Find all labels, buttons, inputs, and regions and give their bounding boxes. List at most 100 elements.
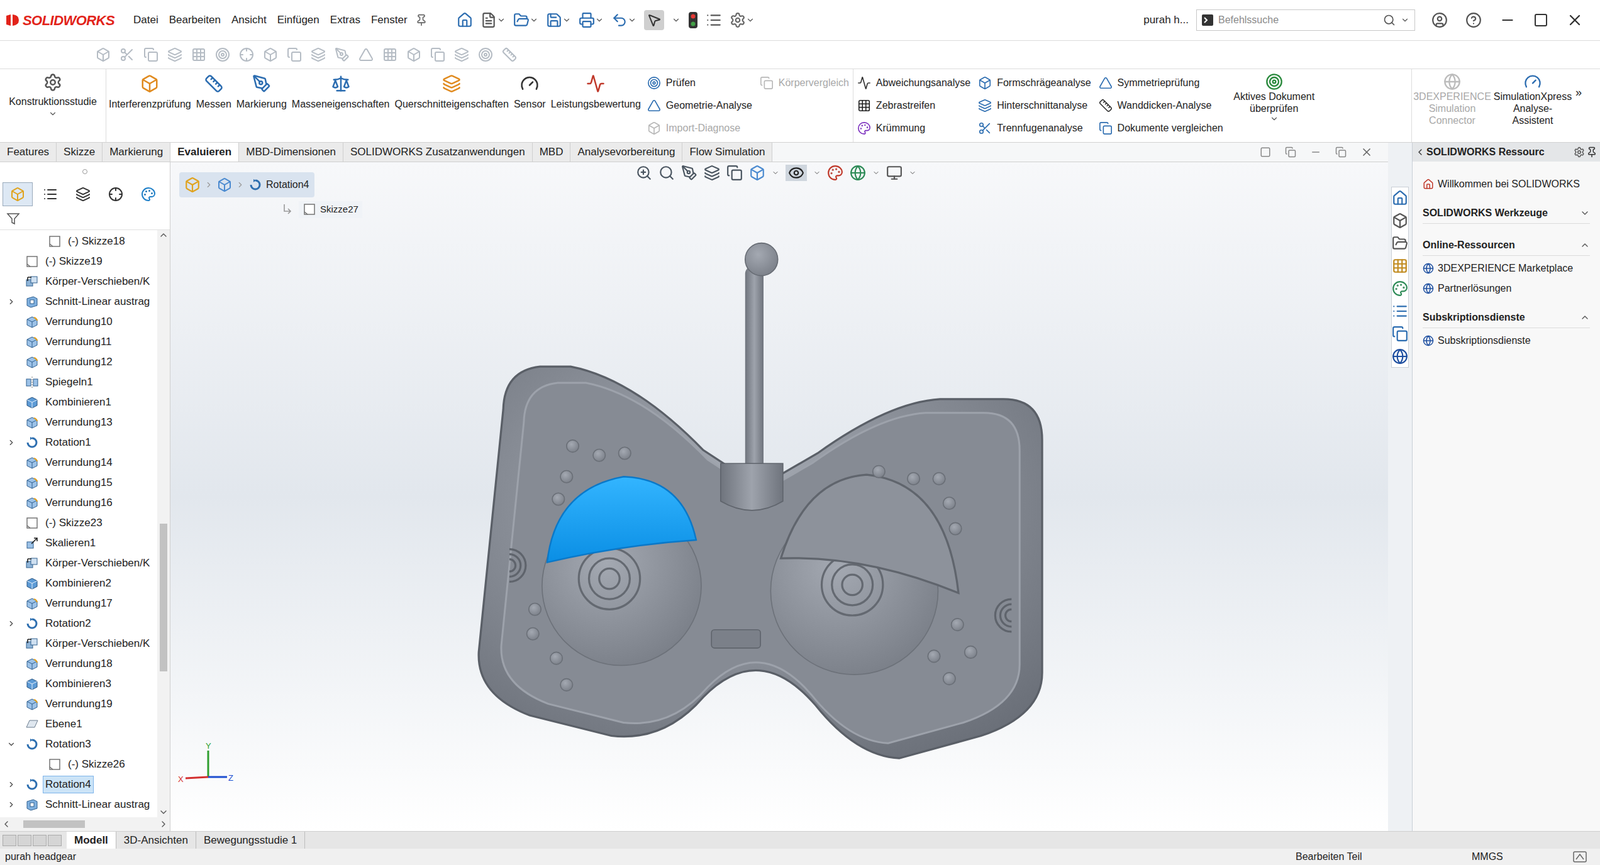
tree-item[interactable]: Kombinieren2 — [0, 573, 158, 594]
manager-tab[interactable] — [67, 182, 99, 207]
view-tool-icon[interactable] — [681, 164, 698, 182]
ribbon-small-button[interactable]: Prüfen — [647, 71, 753, 95]
dropdown-icon[interactable] — [496, 15, 506, 25]
open-icon[interactable] — [513, 11, 530, 29]
tree-item[interactable]: Verrundung18 — [0, 654, 158, 675]
section-header[interactable]: SOLIDWORKS Werkzeuge — [1422, 205, 1590, 224]
viewport-close-icon[interactable] — [1360, 145, 1373, 159]
view-tool-icon[interactable] — [726, 164, 743, 182]
options-icon[interactable] — [729, 11, 746, 29]
task-pane-tab-icon[interactable] — [1391, 303, 1409, 320]
tree-item[interactable]: Ebene1 — [0, 714, 158, 735]
pin-icon[interactable] — [1586, 146, 1598, 158]
command-tab[interactable]: SOLIDWORKS Zusatzanwendungen — [343, 142, 533, 162]
task-pane-tab-icon[interactable] — [1391, 189, 1409, 207]
breadcrumb-item[interactable]: Rotation4 — [266, 177, 310, 193]
ribbon-small-button[interactable]: Wanddicken-Analyse — [1098, 94, 1224, 117]
dropdown-icon[interactable] — [627, 15, 637, 25]
menu-item[interactable]: Ansicht — [231, 11, 267, 29]
ribbon-small-button[interactable]: Zebrastreifen — [857, 94, 971, 117]
search-icon[interactable] — [1383, 13, 1396, 27]
filter-icon[interactable] — [6, 211, 21, 226]
command-search[interactable]: Befehlssuche — [1196, 9, 1416, 31]
tree-item[interactable]: Verrundung17 — [0, 593, 158, 614]
minimize-icon[interactable] — [1499, 11, 1516, 29]
tree-item[interactable]: Verrundung10 — [0, 311, 158, 333]
tree-item[interactable]: Körper-Verschieben/K — [0, 553, 158, 574]
scroll-left-icon[interactable] — [1, 819, 12, 830]
ribbon-small-button[interactable]: Dokumente vergleichen — [1098, 116, 1224, 140]
scroll-thumb[interactable] — [159, 523, 168, 672]
menu-item[interactable]: Bearbeiten — [169, 11, 221, 29]
scroll-up-icon[interactable] — [158, 230, 169, 241]
tab-nav-button[interactable] — [47, 835, 62, 847]
view-tool-icon[interactable] — [703, 164, 721, 182]
menu-item[interactable]: Einfügen — [277, 11, 320, 29]
ribbon-small-button[interactable]: Symmetrieprüfung — [1098, 71, 1224, 95]
manager-tab[interactable] — [35, 182, 66, 207]
status-icon[interactable] — [1572, 850, 1588, 864]
tile-icon[interactable] — [1259, 146, 1272, 158]
more-button[interactable]: » — [1572, 69, 1582, 102]
tree-item[interactable]: Verrundung14 — [0, 452, 158, 473]
tab-nav-button[interactable] — [2, 835, 17, 847]
tree-item[interactable]: Verrundung19 — [0, 694, 158, 715]
task-pane-tab-icon[interactable] — [1391, 280, 1409, 297]
task-pane-tab-icon[interactable] — [1391, 257, 1409, 275]
horizontal-scrollbar[interactable] — [0, 817, 170, 832]
breadcrumb-sketch[interactable]: Skizze27 — [281, 201, 363, 219]
command-tab[interactable]: Analysevorbereitung — [570, 142, 683, 162]
home-icon[interactable] — [456, 11, 473, 29]
dropdown-icon[interactable] — [908, 169, 917, 177]
user-name[interactable]: purah h... — [1143, 11, 1189, 29]
menu-item[interactable]: Extras — [330, 11, 361, 29]
task-pane-tab-icon[interactable] — [1391, 348, 1409, 365]
view-orientation-icon[interactable] — [749, 164, 766, 182]
select-button[interactable] — [644, 10, 665, 31]
dropdown-icon[interactable] — [1400, 15, 1410, 25]
command-tab[interactable]: Skizze — [56, 142, 103, 162]
expand-icon[interactable] — [6, 297, 16, 307]
tree-item[interactable]: (-) Skizze23 — [0, 513, 158, 534]
menu-item[interactable]: Fenster — [371, 11, 408, 29]
ribbon-button[interactable]: Konstruktionsstudie — [0, 69, 107, 143]
expand-icon[interactable] — [6, 780, 16, 790]
ribbon-small-button[interactable]: Geometrie-Analyse — [647, 94, 753, 117]
user-icon[interactable] — [1431, 11, 1448, 29]
manager-tab[interactable] — [2, 182, 33, 207]
ribbon-small-button[interactable]: Krümmung — [857, 116, 971, 140]
pin-icon[interactable] — [415, 13, 428, 27]
expand-icon[interactable] — [6, 800, 16, 810]
tree-item[interactable]: Verrundung13 — [0, 412, 158, 433]
view-tool-icon[interactable] — [658, 164, 675, 182]
task-pane-tab-icon[interactable] — [1391, 235, 1409, 252]
tree-item[interactable]: Schnitt-Linear austrag — [0, 794, 158, 816]
ribbon-button[interactable]: Markierung — [233, 69, 290, 143]
dropdown-icon[interactable] — [529, 15, 539, 25]
save-icon[interactable] — [545, 11, 563, 29]
tree-item[interactable]: (-) Skizze26 — [0, 754, 158, 775]
manager-tab[interactable] — [133, 182, 164, 207]
collapse-icon[interactable] — [6, 740, 16, 750]
view-tool-icon[interactable] — [635, 164, 653, 182]
tree-item[interactable]: Körper-Verschieben/K — [0, 271, 158, 292]
undo-icon[interactable] — [611, 11, 628, 29]
ribbon-button[interactable]: Leistungsbewertung — [548, 69, 644, 143]
model-tab[interactable]: Modell — [66, 832, 117, 850]
viewport-minimize-icon[interactable] — [1310, 146, 1322, 158]
ribbon-button[interactable]: Masseneigenschaften — [289, 69, 393, 143]
model-tab[interactable]: 3D-Ansichten — [116, 832, 197, 850]
dropdown-icon[interactable] — [872, 169, 880, 177]
tree-item[interactable]: Körper-Verschieben/K — [0, 633, 158, 655]
tree-item[interactable]: Verrundung15 — [0, 472, 158, 494]
collapse-icon[interactable] — [1579, 312, 1590, 323]
vertical-scrollbar[interactable] — [157, 230, 170, 818]
ribbon-button[interactable]: Interferenzprüfung — [106, 69, 194, 143]
close-icon[interactable] — [1566, 11, 1584, 29]
ribbon-small-button[interactable]: Abweichungsanalyse — [857, 71, 971, 95]
dropdown-icon[interactable] — [48, 109, 58, 119]
restore-view-icon[interactable] — [1284, 146, 1297, 158]
command-tab[interactable]: MBD — [532, 142, 572, 162]
tree-item[interactable]: Skalieren1 — [0, 533, 158, 554]
tree-item[interactable]: Kombinieren1 — [0, 392, 158, 413]
